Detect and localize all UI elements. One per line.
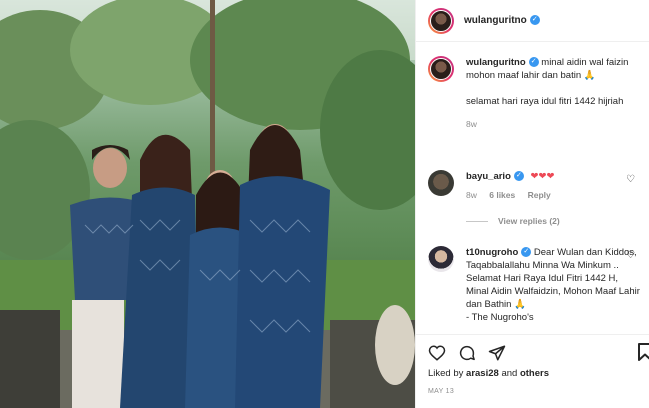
caption-line-2: mohon maaf lahir dan batin <box>466 70 582 81</box>
comment-item: t10nugroho ✓ Dear Wulan dan Kiddos, Taqab… <box>428 246 643 324</box>
comment-like-heart-icon[interactable]: ♡ <box>626 250 635 261</box>
likes-summary: Liked by arasi28 and others <box>428 368 549 379</box>
comment-signoff: - The Nugroho's <box>466 312 534 323</box>
caption-meta: 8w <box>466 118 643 131</box>
post-side-panel: wulanguritno ✓ wulanguritno ✓ minal aidin … <box>415 0 649 408</box>
bookmark-icon[interactable] <box>638 343 649 361</box>
comment-username[interactable]: bayu_ario <box>466 171 511 182</box>
comment-like-heart-icon[interactable]: ♡ <box>626 174 635 185</box>
comment-age[interactable]: 8w <box>466 190 477 200</box>
view-replies-button[interactable]: View replies (2) <box>466 216 560 226</box>
author-avatar[interactable] <box>428 7 454 34</box>
comment-text: ❤❤❤ <box>530 171 555 182</box>
post-footer: Liked by arasi28 and others MAY 13 <box>416 334 649 408</box>
comment-icon[interactable] <box>458 344 476 362</box>
author-username-text[interactable]: wulanguritno <box>464 15 527 26</box>
comments-list[interactable]: wulanguritno ✓ minal aidin wal faizin moh… <box>416 42 649 334</box>
heart-icon[interactable] <box>428 344 446 362</box>
reply-button[interactable]: Reply <box>528 190 551 200</box>
avatar-image <box>430 58 452 80</box>
author-username[interactable]: wulanguritno ✓ <box>464 15 540 26</box>
commenter-avatar[interactable] <box>428 170 454 196</box>
comment-likes[interactable]: 6 likes <box>489 190 515 200</box>
verified-badge-icon: ✓ <box>529 15 540 26</box>
comment-username[interactable]: t10nugroho <box>466 247 518 258</box>
verified-badge-icon: ✓ <box>521 247 532 258</box>
liked-by-and: and <box>501 368 518 379</box>
post-header: wulanguritno ✓ <box>416 0 649 42</box>
instagram-post: wulanguritno ✓ wulanguritno ✓ minal aidin … <box>0 0 649 408</box>
caption-line-3: selamat hari raya idul fitri 1442 hijria… <box>466 96 624 107</box>
comment-item: bayu_ario ✓ ❤❤❤ 8w 6 likes Reply ♡ <box>428 170 643 202</box>
liked-by-prefix: Liked by <box>428 368 464 379</box>
caption: wulanguritno ✓ minal aidin wal faizin moh… <box>428 56 643 131</box>
pray-emoji: 🙏 <box>583 70 596 81</box>
comment-body: bayu_ario ✓ ❤❤❤ 8w 6 likes Reply <box>466 170 643 202</box>
caption-username[interactable]: wulanguritno <box>466 57 526 68</box>
liked-by-others[interactable]: others <box>520 368 549 379</box>
comment-meta: 8w 6 likes Reply <box>466 189 643 202</box>
action-bar <box>428 343 506 363</box>
post-date[interactable]: MAY 13 <box>428 388 454 395</box>
pray-emoji: 🙏 <box>514 299 526 310</box>
comment-body: t10nugroho ✓ Dear Wulan dan Kiddos, Taqab… <box>466 246 643 324</box>
verified-badge-icon: ✓ <box>528 57 539 68</box>
liked-by-user[interactable]: arasi28 <box>466 368 499 379</box>
post-photo[interactable] <box>0 0 415 408</box>
share-icon[interactable] <box>488 344 506 362</box>
caption-body: wulanguritno ✓ minal aidin wal faizin moh… <box>466 56 643 131</box>
commenter-avatar[interactable] <box>428 246 454 272</box>
avatar-image <box>430 9 452 32</box>
caption-age[interactable]: 8w <box>466 119 477 129</box>
verified-badge-icon: ✓ <box>513 171 524 182</box>
family-photo-illustration <box>0 0 415 408</box>
caption-line-1: minal aidin wal faizin <box>541 57 629 68</box>
caption-avatar[interactable] <box>428 56 454 82</box>
